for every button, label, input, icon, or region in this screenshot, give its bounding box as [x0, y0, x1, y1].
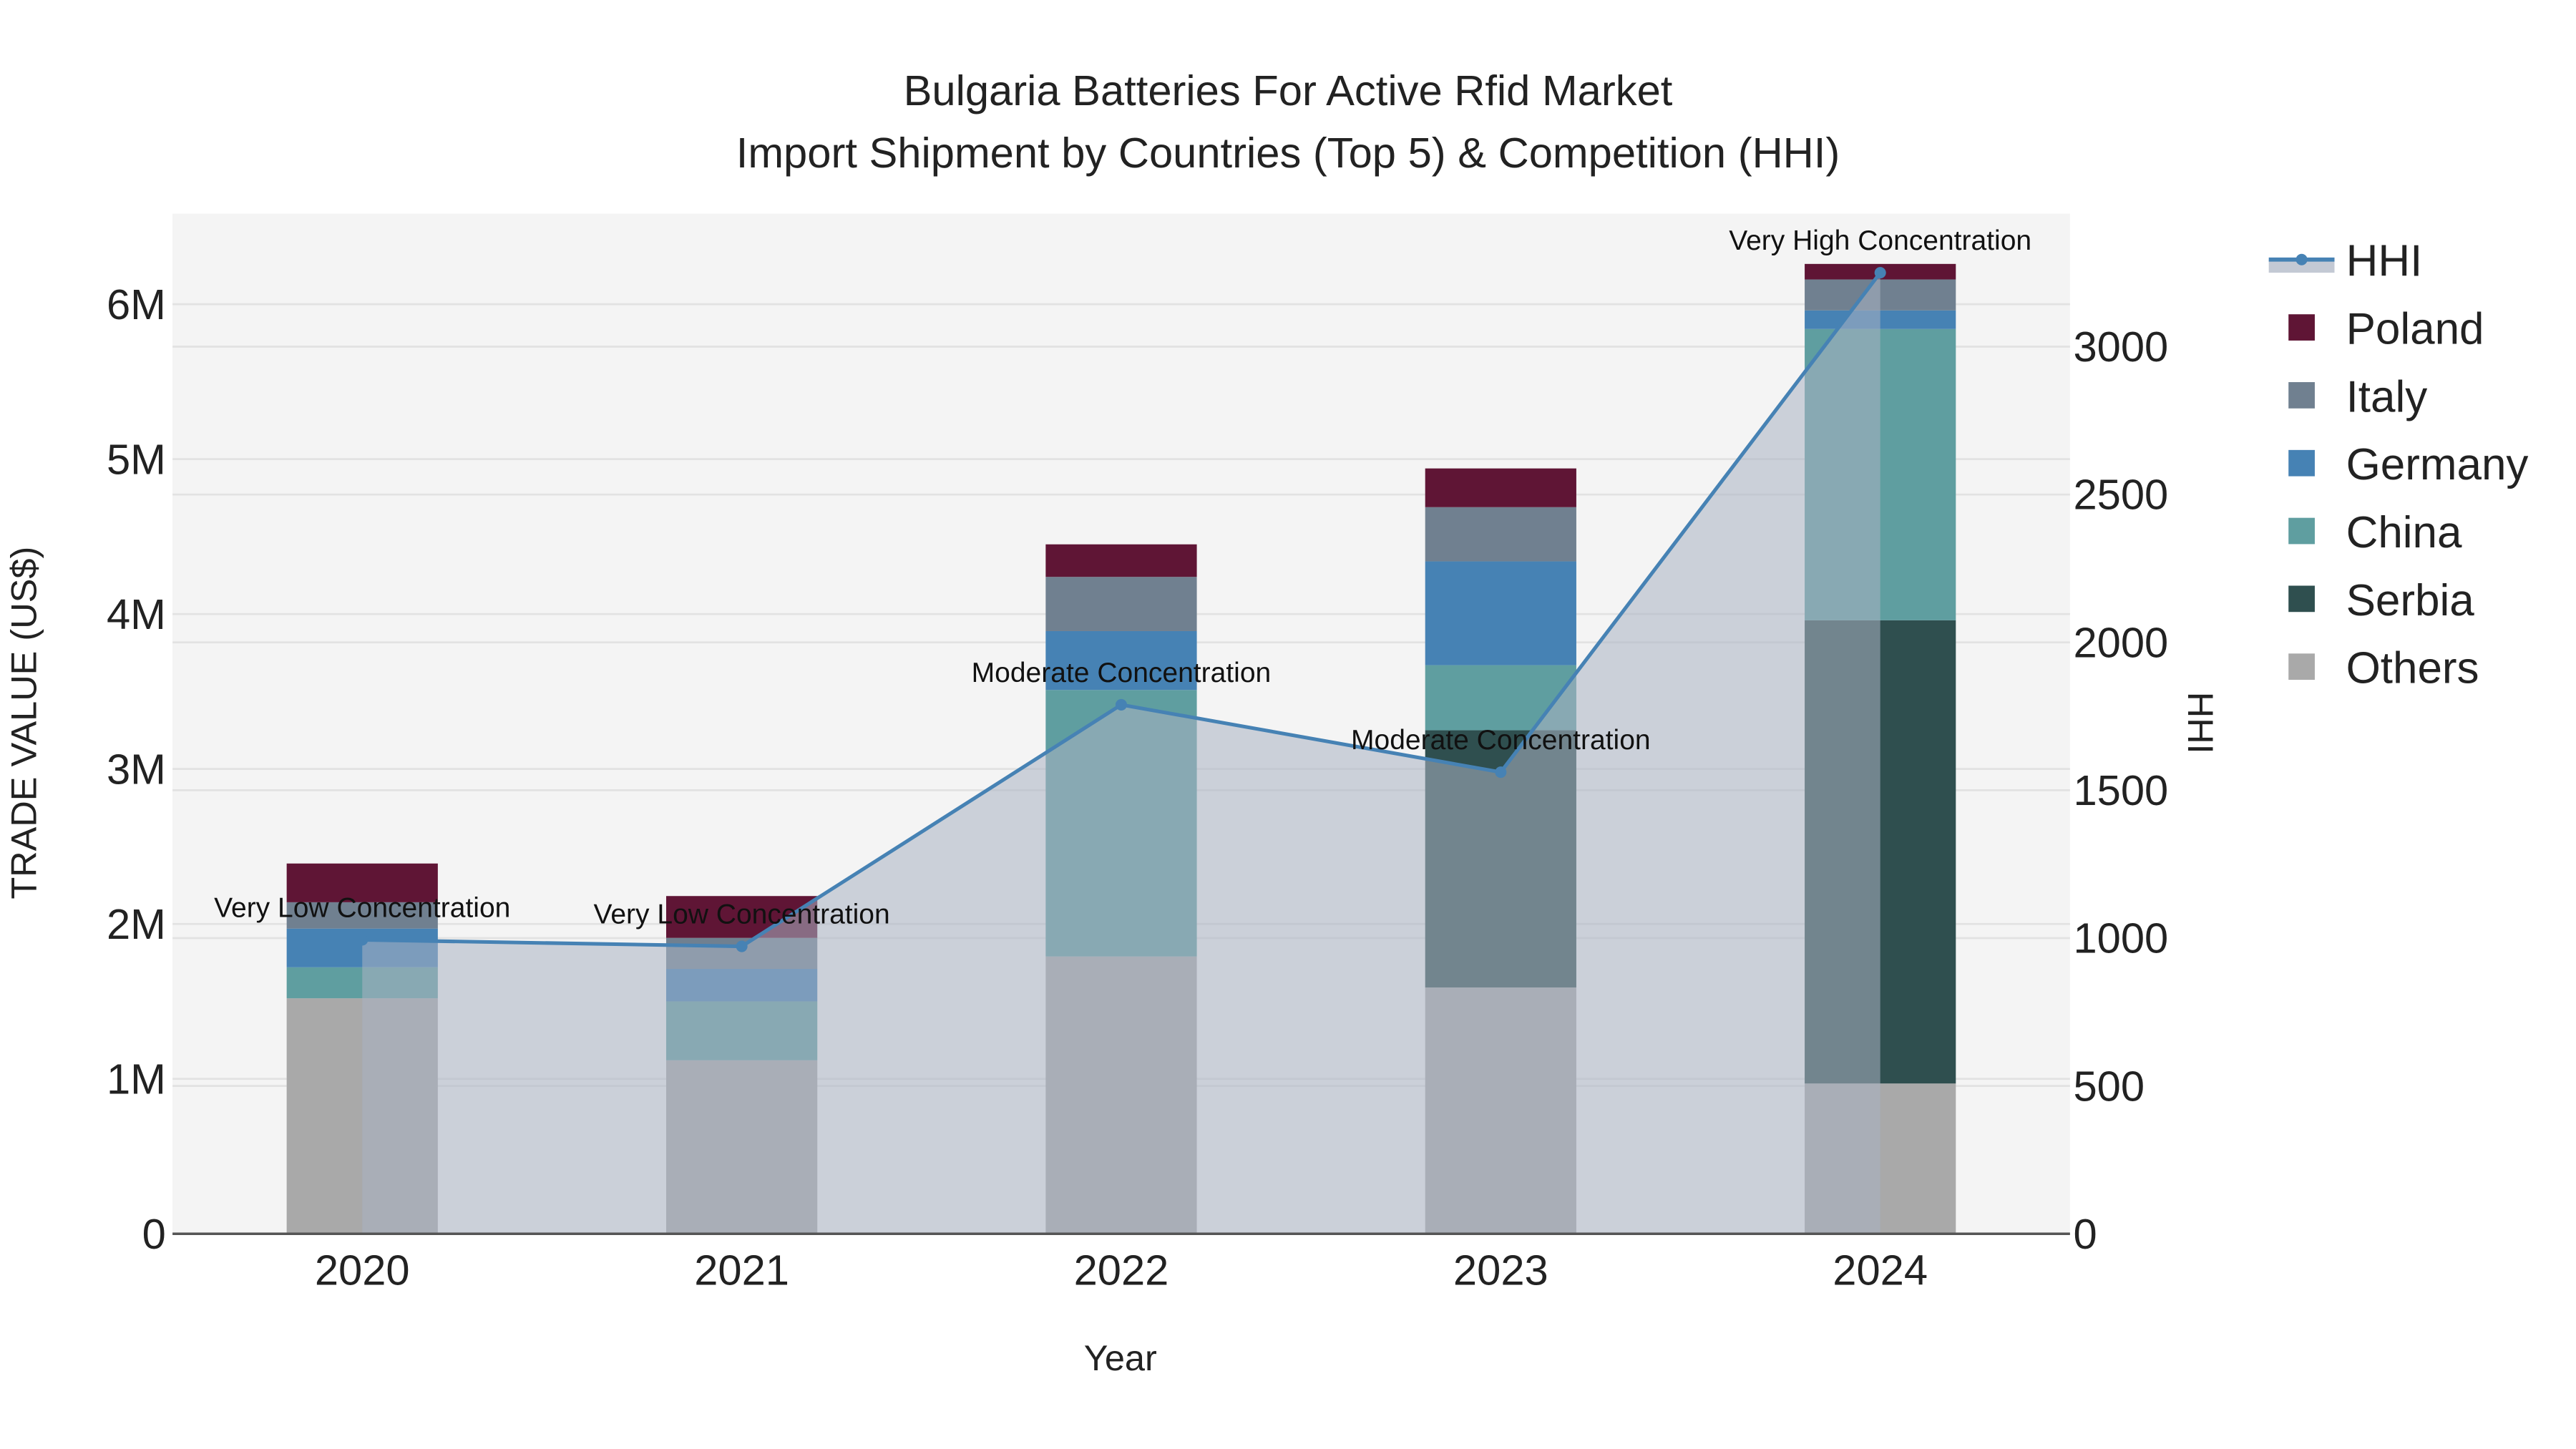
legend-swatch-china	[2288, 517, 2315, 545]
chart-subtitle: Import Shipment by Countries (Top 5) & C…	[736, 129, 1840, 177]
x-tick-label: 2020	[315, 1246, 410, 1294]
legend-label-germany: Germany	[2346, 440, 2529, 489]
x-tick-label: 2024	[1833, 1246, 1928, 1294]
legend-label-serbia: Serbia	[2346, 576, 2475, 625]
y2-tick-label: 1000	[2073, 914, 2168, 962]
bar-italy-2023	[1425, 507, 1576, 562]
legend-label-hhi: HHI	[2346, 237, 2423, 286]
y2-tick-label: 3000	[2073, 323, 2168, 371]
chart: Bulgaria Batteries For Active Rfid Marke…	[0, 0, 2576, 1449]
y-tick-label: 5M	[107, 435, 166, 483]
y-tick-label: 4M	[107, 590, 166, 638]
legend-label-china: China	[2346, 508, 2462, 557]
y2-axis-label: HHI	[2180, 692, 2221, 754]
hhi-annotation: Moderate Concentration	[972, 658, 1272, 688]
y2-tick-label: 500	[2073, 1062, 2145, 1110]
y2-tick-label: 0	[2073, 1210, 2097, 1258]
y-tick-label: 1M	[107, 1055, 166, 1103]
hhi-annotation: Very Low Concentration	[214, 892, 510, 923]
y-tick-label: 6M	[107, 280, 166, 328]
y-axis-label: TRADE VALUE (US$)	[4, 547, 44, 899]
legend-swatch-germany	[2288, 449, 2315, 477]
y-tick-label: 3M	[107, 745, 166, 793]
hhi-annotation: Very Low Concentration	[593, 899, 889, 930]
legend-label-italy: Italy	[2346, 372, 2428, 421]
y-tick-label: 2M	[107, 900, 166, 948]
y2-tick-label: 2000	[2073, 618, 2168, 666]
x-tick-label: 2023	[1453, 1246, 1548, 1294]
x-tick-label: 2022	[1074, 1246, 1169, 1294]
legend-swatch-italy	[2288, 382, 2315, 409]
hhi-annotation: Moderate Concentration	[1351, 725, 1651, 756]
legend-swatch-others	[2288, 653, 2315, 680]
legend-swatch-poland	[2288, 314, 2315, 341]
hhi-annotation: Very High Concentration	[1729, 225, 2031, 256]
bar-poland-2023	[1425, 468, 1576, 507]
legend-swatch-serbia	[2288, 585, 2315, 613]
hhi-point-2020	[356, 934, 369, 946]
y2-tick-label: 1500	[2073, 766, 2168, 814]
hhi-point-2023	[1495, 766, 1507, 779]
x-tick-label: 2021	[694, 1246, 789, 1294]
hhi-point-2021	[736, 940, 748, 952]
bar-germany-2023	[1425, 561, 1576, 665]
bar-italy-2022	[1045, 577, 1197, 631]
y2-tick-label: 2500	[2073, 471, 2168, 519]
bar-poland-2022	[1045, 544, 1197, 577]
legend-hhi-marker	[2296, 253, 2308, 265]
hhi-point-2022	[1115, 698, 1127, 711]
legend-label-poland: Poland	[2346, 305, 2484, 354]
x-axis-label: Year	[1084, 1337, 1157, 1378]
y-tick-label: 0	[142, 1210, 166, 1258]
legend-label-others: Others	[2346, 644, 2479, 693]
chart-title: Bulgaria Batteries For Active Rfid Marke…	[904, 67, 1673, 114]
hhi-point-2024	[1874, 267, 1886, 279]
